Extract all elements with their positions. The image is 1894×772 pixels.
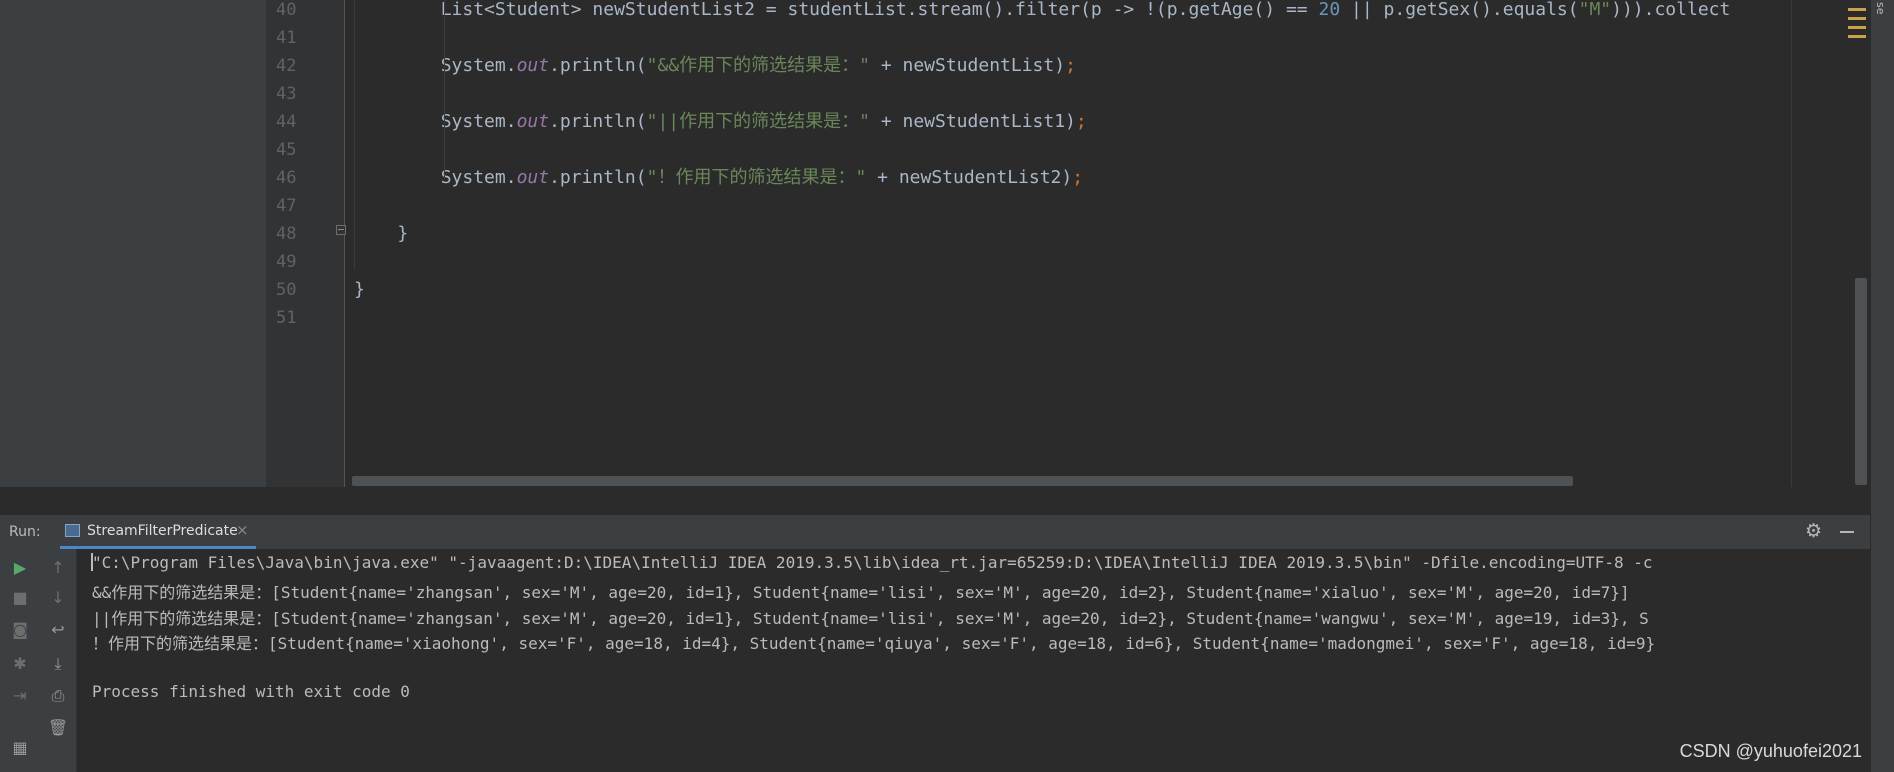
run-panel-header: Run: StreamFilterPredicate × ⚙ — [0, 515, 1870, 550]
code-token: List<Student> newStudentList2 = studentL… — [354, 0, 1319, 20]
code-token: } — [354, 279, 365, 300]
csdn-watermark: CSDN @yuhuofei2021 — [1679, 741, 1862, 761]
right-margin-guide — [1791, 0, 1792, 487]
code-token: .println( — [549, 167, 647, 188]
code-token: System. — [354, 167, 517, 188]
indent-guide — [444, 0, 445, 180]
fold-marker-icon[interactable] — [336, 225, 346, 235]
console-line: "C:\Program Files\Java\bin\java.exe" "-j… — [92, 553, 1653, 572]
right-tool-window-label[interactable]: se — [1874, 2, 1887, 15]
console-line: Process finished with exit code 0 — [92, 682, 410, 701]
project-side-panel — [0, 0, 266, 487]
code-token: System. — [354, 55, 517, 76]
line-number: 45 — [276, 140, 297, 160]
code-line[interactable]: System.out.println("&&作用下的筛选结果是：" + newS… — [354, 54, 1076, 78]
debug-icon[interactable]: ✱ — [9, 653, 31, 675]
code-token: ; — [1072, 167, 1084, 188]
close-tab-icon[interactable]: × — [236, 521, 249, 539]
code-token: "！作用下的筛选结果是：" — [646, 167, 867, 188]
code-token: + newStudentList2) — [866, 167, 1073, 188]
right-tool-window-strip — [1870, 0, 1894, 772]
code-token: ))).collect — [1611, 0, 1731, 20]
rerun-icon[interactable]: ▶ — [9, 557, 31, 579]
code-token: "||作用下的筛选结果是：" — [646, 111, 870, 132]
run-label: Run: — [9, 524, 41, 540]
print-icon[interactable]: ⎙ — [47, 685, 69, 707]
camera-icon[interactable]: ◙ — [9, 619, 31, 641]
code-token: } — [354, 223, 409, 244]
code-token: out — [516, 55, 550, 76]
minimize-icon[interactable] — [1840, 531, 1854, 533]
code-token: + newStudentList) — [869, 55, 1066, 76]
trash-icon[interactable]: 🗑 — [47, 717, 69, 739]
code-token: .println( — [549, 111, 647, 132]
code-token: "M" — [1578, 0, 1612, 20]
line-number: 40 — [276, 0, 297, 20]
line-number: 48 — [276, 224, 297, 244]
layout-icon[interactable]: ▦ — [9, 737, 31, 759]
code-token: + newStudentList1) — [869, 111, 1076, 132]
arrow-up-icon[interactable]: ↑ — [47, 557, 69, 579]
panel-splitter[interactable] — [0, 487, 1870, 515]
code-line[interactable]: List<Student> newStudentList2 = studentL… — [354, 0, 1731, 22]
line-number: 47 — [276, 196, 297, 216]
code-line[interactable]: System.out.println("！作用下的筛选结果是：" + newSt… — [354, 166, 1083, 190]
run-toolbar-secondary: ↑ ↓ ↩ ⤓ ⎙ 🗑 — [40, 549, 77, 772]
code-token: ; — [1075, 111, 1087, 132]
code-line[interactable]: System.out.println("||作用下的筛选结果是：" + newS… — [354, 110, 1087, 134]
line-number: 43 — [276, 84, 297, 104]
console-line: &&作用下的筛选结果是：[Student{name='zhangsan', se… — [92, 583, 1630, 602]
line-number: 42 — [276, 56, 297, 76]
console-line: ||作用下的筛选结果是：[Student{name='zhangsan', se… — [92, 609, 1649, 628]
horizontal-scrollbar[interactable] — [352, 476, 1573, 486]
console-output[interactable]: "C:\Program Files\Java\bin\java.exe" "-j… — [77, 549, 1870, 772]
arrow-down-icon[interactable]: ↓ — [47, 587, 69, 609]
soft-wrap-icon[interactable]: ↩ — [47, 619, 69, 641]
run-tab-label: StreamFilterPredicate — [87, 523, 238, 539]
line-number: 46 — [276, 168, 297, 188]
code-line[interactable]: } — [354, 222, 408, 246]
stop-icon[interactable]: ■ — [9, 587, 31, 609]
line-number: 49 — [276, 252, 297, 272]
code-token: .println( — [549, 55, 647, 76]
gear-icon[interactable]: ⚙ — [1805, 520, 1822, 542]
code-token: 20 — [1318, 0, 1341, 20]
line-number-gutter: 40 41 42 43 44 45 46 47 48 49 50 51 — [266, 0, 345, 487]
code-token: || p.getSex().equals( — [1340, 0, 1579, 20]
code-token: out — [516, 111, 550, 132]
code-token: "&&作用下的筛选结果是：" — [646, 55, 870, 76]
run-config-icon — [65, 524, 80, 537]
run-toolbar-primary: ▶ ■ ◙ ✱ ⇥ ▦ — [0, 549, 40, 772]
error-stripe-icon[interactable] — [1848, 8, 1868, 52]
line-number: 51 — [276, 308, 297, 328]
line-number: 41 — [276, 28, 297, 48]
line-number: 50 — [276, 280, 297, 300]
scroll-to-end-icon[interactable]: ⤓ — [47, 653, 69, 675]
exit-icon[interactable]: ⇥ — [9, 685, 31, 707]
vertical-scrollbar[interactable] — [1855, 278, 1867, 485]
tab-stream-filter-predicate[interactable]: StreamFilterPredicate × — [60, 515, 256, 549]
code-token: System. — [354, 111, 517, 132]
code-token: ; — [1065, 55, 1076, 76]
indent-guide — [354, 0, 355, 270]
line-number: 44 — [276, 112, 297, 132]
code-editor[interactable]: 40 41 42 43 44 45 46 47 48 49 50 51 List<Student> n… — [266, 0, 1894, 487]
code-token: out — [516, 167, 550, 188]
code-line[interactable]: } — [354, 278, 365, 302]
console-line: ！作用下的筛选结果是：[Student{name='xiaohong', sex… — [92, 634, 1656, 653]
